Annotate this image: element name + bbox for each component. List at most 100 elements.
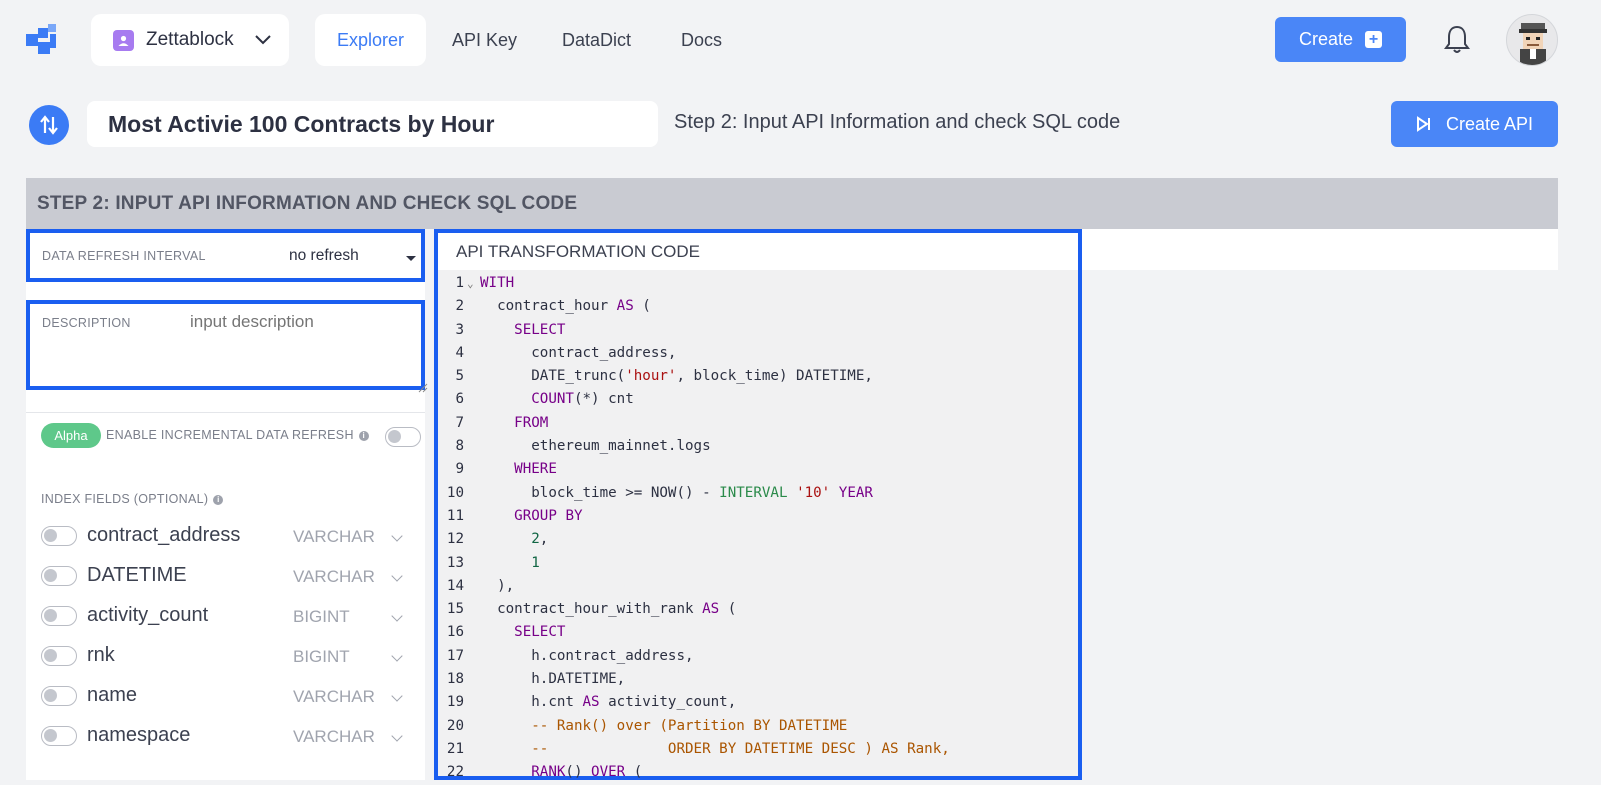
code-text: contract_hour_with_rank AS ( <box>480 601 737 618</box>
index-field-type[interactable]: VARCHAR <box>293 687 375 707</box>
index-field-name: contract_address <box>87 524 241 546</box>
code-line[interactable]: 20 -- Rank() over (Partition BY DATETIME <box>438 715 1078 738</box>
index-field-toggle[interactable] <box>41 606 77 626</box>
code-line[interactable]: 10 block_time >= NOW() - INTERVAL '10' Y… <box>438 482 1078 505</box>
line-number: 12 <box>446 531 464 548</box>
chevron-down-icon[interactable] <box>391 530 403 542</box>
section-header: STEP 2: INPUT API INFORMATION AND CHECK … <box>26 178 1558 229</box>
incremental-refresh-toggle[interactable] <box>385 427 421 447</box>
zettablock-logo-icon[interactable] <box>26 24 56 54</box>
code-line[interactable]: 15 contract_hour_with_rank AS ( <box>438 598 1078 621</box>
code-text: -- Rank() over (Partition BY DATETIME <box>531 717 848 734</box>
code-line[interactable]: 6 COUNT(*) cnt <box>438 388 1078 411</box>
top-navbar: Zettablock Explorer API Key DataDict Doc… <box>0 0 1601 80</box>
code-line[interactable]: 4 contract_address, <box>438 342 1078 365</box>
chevron-down-icon[interactable] <box>391 650 403 662</box>
code-text: DATE_trunc('hour', block_time) DATETIME, <box>480 368 873 385</box>
index-field-type[interactable]: VARCHAR <box>293 527 375 547</box>
code-line[interactable]: 19 h.cnt AS activity_count, <box>438 691 1078 714</box>
skip-forward-icon <box>1416 116 1430 132</box>
index-field-type[interactable]: BIGINT <box>293 607 350 627</box>
code-line[interactable]: 7 FROM <box>438 412 1078 435</box>
org-selector[interactable]: Zettablock <box>91 14 289 66</box>
code-line[interactable]: 12 2, <box>438 528 1078 551</box>
query-title-input[interactable]: Most Activie 100 Contracts by Hour <box>87 101 658 147</box>
code-line[interactable]: 9 WHERE <box>438 458 1078 481</box>
code-line[interactable]: 5 DATE_trunc('hour', block_time) DATETIM… <box>438 365 1078 388</box>
chevron-down-icon[interactable] <box>391 610 403 622</box>
code-text: h.contract_address, <box>480 647 694 664</box>
index-field-type[interactable]: VARCHAR <box>293 567 375 587</box>
chevron-down-icon[interactable] <box>391 690 403 702</box>
avatar[interactable] <box>1506 14 1558 66</box>
info-icon[interactable]: i <box>358 430 369 441</box>
code-lines[interactable]: 1 ⌄ WITH 2 contract_hour AS (3 SELECT 4 cont… <box>438 272 1078 785</box>
code-line[interactable]: 22 RANK() OVER ( <box>438 761 1078 784</box>
nav-explorer[interactable]: Explorer <box>315 14 426 66</box>
chevron-down-icon[interactable] <box>391 730 403 742</box>
swap-icon[interactable] <box>29 105 69 145</box>
nav-api-key[interactable]: API Key <box>432 14 537 66</box>
nav-datadict[interactable]: DataDict <box>542 14 651 66</box>
index-field-name: namespace <box>87 724 191 746</box>
index-field-toggle[interactable] <box>41 526 77 546</box>
index-field-row: rnk BIGINT <box>41 642 416 672</box>
line-number: 22 <box>446 764 464 781</box>
index-field-toggle[interactable] <box>41 566 77 586</box>
code-line[interactable]: 18 h.DATETIME, <box>438 668 1078 691</box>
index-field-toggle[interactable] <box>41 686 77 706</box>
code-editor-title: API TRANSFORMATION CODE <box>438 233 1078 270</box>
code-editor[interactable]: API TRANSFORMATION CODE 1 ⌄ WITH 2 contract… <box>434 229 1082 780</box>
index-field-type[interactable]: VARCHAR <box>293 727 375 747</box>
line-number: 19 <box>446 694 464 711</box>
create-api-label: Create API <box>1445 113 1534 134</box>
code-text: ethereum_mainnet.logs <box>480 438 711 455</box>
create-button[interactable]: Create + <box>1275 17 1406 62</box>
index-field-name: activity_count <box>87 604 209 626</box>
line-number: 8 <box>455 438 464 455</box>
code-line[interactable]: 2 contract_hour AS ( <box>438 295 1078 318</box>
plus-icon: + <box>1365 31 1383 48</box>
code-line[interactable]: 17 h.contract_address, <box>438 645 1078 668</box>
code-line[interactable]: 3 SELECT <box>438 319 1078 342</box>
fold-chevron-icon[interactable]: ⌄ <box>467 272 474 295</box>
code-text: SELECT <box>514 624 566 641</box>
bell-icon[interactable] <box>1440 22 1474 56</box>
line-number: 3 <box>455 321 464 338</box>
code-line[interactable]: 1 ⌄ WITH <box>438 272 1078 295</box>
index-field-toggle[interactable] <box>41 646 77 666</box>
line-number: 1 <box>455 275 464 291</box>
resize-handle-icon[interactable] <box>418 383 428 393</box>
alpha-badge: Alpha <box>41 423 101 448</box>
org-user-icon <box>113 29 134 51</box>
nav-docs[interactable]: Docs <box>661 14 742 66</box>
code-line[interactable]: 14 ), <box>438 575 1078 598</box>
description-field[interactable]: DESCRIPTION <box>26 300 425 390</box>
code-line[interactable]: 11 GROUP BY <box>438 505 1078 528</box>
index-field-toggle[interactable] <box>41 726 77 746</box>
line-number: 2 <box>455 298 464 315</box>
code-line[interactable]: 8 ethereum_mainnet.logs <box>438 435 1078 458</box>
nav-api-key-label: API Key <box>452 29 518 50</box>
chevron-down-icon[interactable] <box>391 570 403 582</box>
create-api-button[interactable]: Create API <box>1391 101 1558 147</box>
refresh-interval-value: no refresh <box>289 247 359 264</box>
index-field-row: activity_count BIGINT <box>41 602 416 632</box>
code-line[interactable]: 21 -- ORDER BY DATETIME DESC ) AS Rank, <box>438 738 1078 761</box>
line-number: 7 <box>455 414 464 431</box>
refresh-interval-select[interactable]: DATA REFRESH INTERVAL no refresh <box>26 229 425 282</box>
code-text: ), <box>480 577 515 594</box>
info-icon[interactable]: i <box>213 494 224 505</box>
index-fields-text: INDEX FIELDS (OPTIONAL) <box>41 492 209 506</box>
divider <box>26 412 425 413</box>
index-fields-label: INDEX FIELDS (OPTIONAL) i <box>41 492 224 506</box>
code-text: WHERE <box>514 461 557 478</box>
index-field-type[interactable]: BIGINT <box>293 647 350 667</box>
panel-header-strip <box>1081 229 1558 270</box>
line-number: 18 <box>446 671 464 688</box>
line-number: 15 <box>446 601 464 618</box>
description-input[interactable] <box>190 312 410 332</box>
code-line[interactable]: 13 1 <box>438 552 1078 575</box>
nav-docs-label: Docs <box>681 29 723 50</box>
code-line[interactable]: 16 SELECT <box>438 621 1078 644</box>
